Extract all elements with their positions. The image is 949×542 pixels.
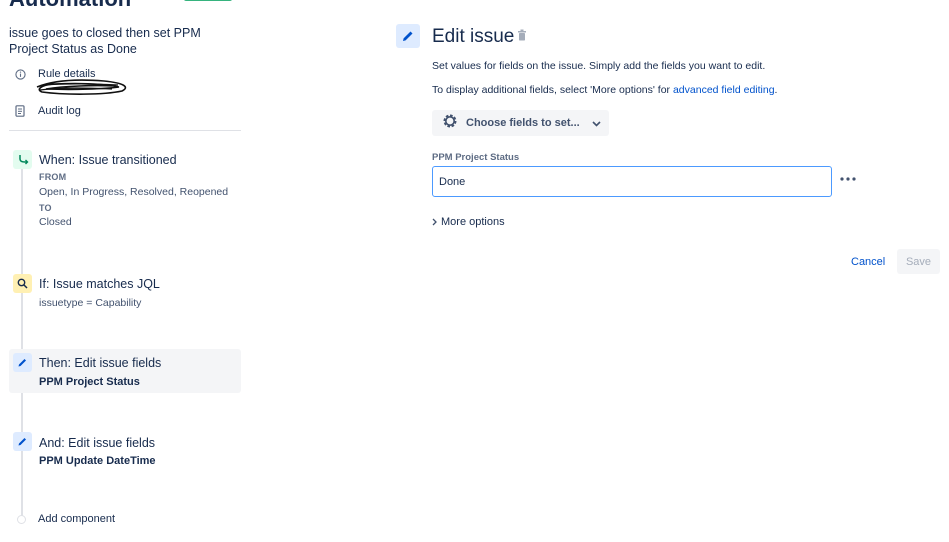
divider — [9, 130, 241, 131]
save-button[interactable]: Save — [897, 249, 940, 274]
step-condition[interactable]: If: Issue matches JQL issuetype = Capabi… — [9, 272, 241, 314]
add-component-button[interactable]: Add component — [17, 513, 115, 525]
branch-icon — [13, 150, 32, 169]
from-value: Open, In Progress, Resolved, Reopened — [39, 186, 229, 198]
step-action-selected[interactable]: Then: Edit issue fields PPM Project Stat… — [9, 349, 241, 393]
step-title: When: Issue transitioned — [39, 153, 177, 167]
step-sub: PPM Update DateTime — [39, 455, 156, 467]
document-icon — [14, 105, 26, 117]
hint-suffix: . — [774, 84, 778, 96]
pencil-icon — [13, 432, 32, 451]
gear-icon — [442, 113, 458, 134]
info-icon — [14, 68, 26, 80]
choose-fields-button[interactable]: Choose fields to set... — [432, 110, 609, 136]
chevron-down-icon — [592, 114, 601, 132]
from-label: FROM — [39, 172, 67, 182]
step-title: Then: Edit issue fields — [39, 356, 162, 370]
audit-log-link[interactable]: Audit log — [14, 105, 81, 117]
ppm-project-status-input[interactable] — [432, 166, 832, 197]
search-icon — [13, 274, 32, 293]
to-value: Closed — [39, 216, 72, 228]
hint-text: To display additional fields, select 'Mo… — [432, 84, 673, 96]
step-title: And: Edit issue fields — [39, 436, 156, 450]
more-options-toggle[interactable]: More options — [432, 213, 505, 231]
pencil-icon — [13, 353, 32, 372]
step-sub: issuetype = Capability — [39, 297, 142, 309]
advanced-field-editing-link[interactable]: advanced field editing — [673, 84, 775, 96]
editor-description: Set values for fields on the issue. Simp… — [432, 60, 766, 72]
field-label: PPM Project Status — [432, 152, 520, 163]
editor-hint: To display additional fields, select 'Mo… — [432, 84, 777, 96]
add-dot-icon — [17, 514, 26, 524]
chevron-right-icon — [432, 213, 437, 231]
editor-title: Edit issue — [432, 26, 515, 47]
trash-icon[interactable] — [517, 29, 527, 41]
audit-log-label: Audit log — [38, 105, 81, 117]
step-sub: PPM Project Status — [39, 376, 140, 388]
choose-fields-label: Choose fields to set... — [466, 117, 580, 129]
step-action[interactable]: And: Edit issue fields PPM Update DateTi… — [9, 430, 241, 470]
more-actions-icon[interactable] — [839, 170, 857, 188]
rule-sidebar: issue goes to closed then set PPM Projec… — [0, 0, 250, 542]
more-options-label: More options — [441, 216, 505, 228]
cancel-button[interactable]: Cancel — [843, 250, 893, 274]
pencil-icon — [396, 24, 420, 48]
add-component-label: Add component — [38, 513, 116, 525]
step-title: If: Issue matches JQL — [39, 277, 160, 291]
step-trigger[interactable]: When: Issue transitioned FROM Open, In P… — [9, 148, 241, 238]
to-label: TO — [39, 203, 52, 213]
rule-name: issue goes to closed then set PPM Projec… — [9, 26, 201, 56]
redaction-scribble — [36, 79, 127, 95]
